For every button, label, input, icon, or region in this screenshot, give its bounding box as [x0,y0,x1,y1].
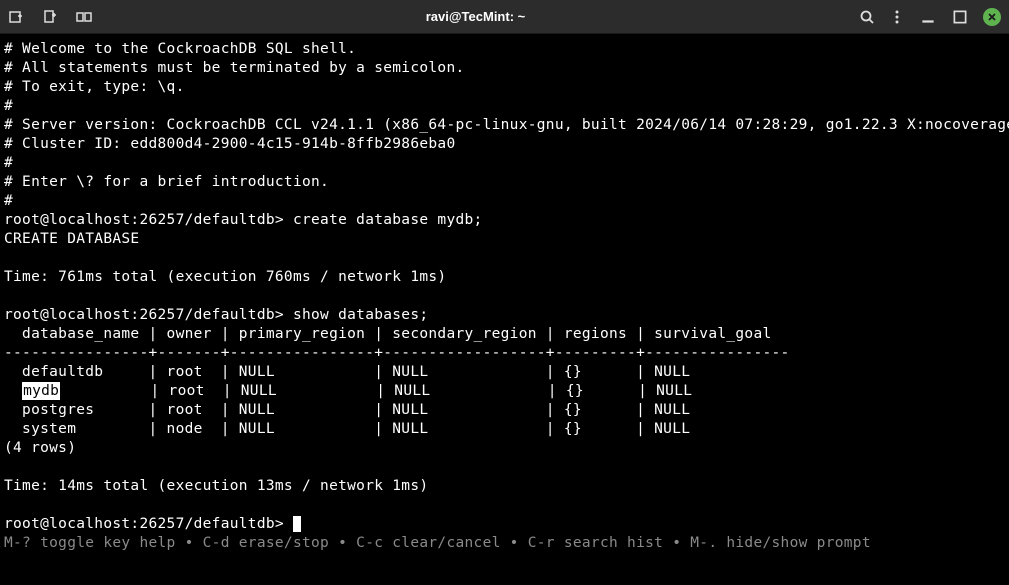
hash-line: # [4,98,13,114]
key-hints: M-? toggle key help • C-d erase/stop • C… [4,535,871,551]
maximize-button[interactable] [951,8,969,26]
table-row-suffix: | root | NULL | NULL | {} | NULL [60,383,692,399]
command: show databases; [293,307,428,323]
table-row: postgres | root | NULL | NULL | {} | NUL… [4,402,690,418]
terminal-output[interactable]: # Welcome to the CockroachDB SQL shell. … [0,34,1009,585]
titlebar-left [8,9,92,25]
search-icon[interactable] [859,9,875,25]
prompt: root@localhost:26257/defaultdb> [4,307,293,323]
hash-line: # [4,155,13,171]
timing-line: Time: 761ms total (execution 760ms / net… [4,269,446,285]
highlighted-db-name: mydb [22,382,60,400]
welcome-line: # To exit, type: \q. [4,79,185,95]
table-header: database_name | owner | primary_region |… [4,326,772,342]
table-separator: ----------------+-------+---------------… [4,345,790,361]
command: create database mydb; [293,212,483,228]
window-title: ravi@TecMint: ~ [92,9,859,24]
result-line: CREATE DATABASE [4,231,139,247]
row-count: (4 rows) [4,440,76,456]
split-icon[interactable] [76,9,92,25]
menu-icon[interactable] [889,9,905,25]
titlebar-right [859,8,1001,26]
prompt: root@localhost:26257/defaultdb> [4,212,293,228]
prompt: root@localhost:26257/defaultdb> [4,516,293,532]
cursor [293,516,301,532]
cluster-id-line: # Cluster ID: edd800d4-2900-4c15-914b-8f… [4,136,456,152]
server-version-line: # Server version: CockroachDB CCL v24.1.… [4,117,1009,133]
table-row: system | node | NULL | NULL | {} | NULL [4,421,690,437]
hash-line: # [4,193,13,209]
close-button[interactable] [983,8,1001,26]
minimize-button[interactable] [919,8,937,26]
new-window-icon[interactable] [42,9,58,25]
table-row: defaultdb | root | NULL | NULL | {} | NU… [4,364,690,380]
help-line: # Enter \? for a brief introduction. [4,174,329,190]
timing-line: Time: 14ms total (execution 13ms / netwo… [4,478,428,494]
table-row-prefix [4,383,22,399]
titlebar: ravi@TecMint: ~ [0,0,1009,34]
welcome-line: # Welcome to the CockroachDB SQL shell. [4,41,356,57]
welcome-line: # All statements must be terminated by a… [4,60,465,76]
new-tab-icon[interactable] [8,9,24,25]
